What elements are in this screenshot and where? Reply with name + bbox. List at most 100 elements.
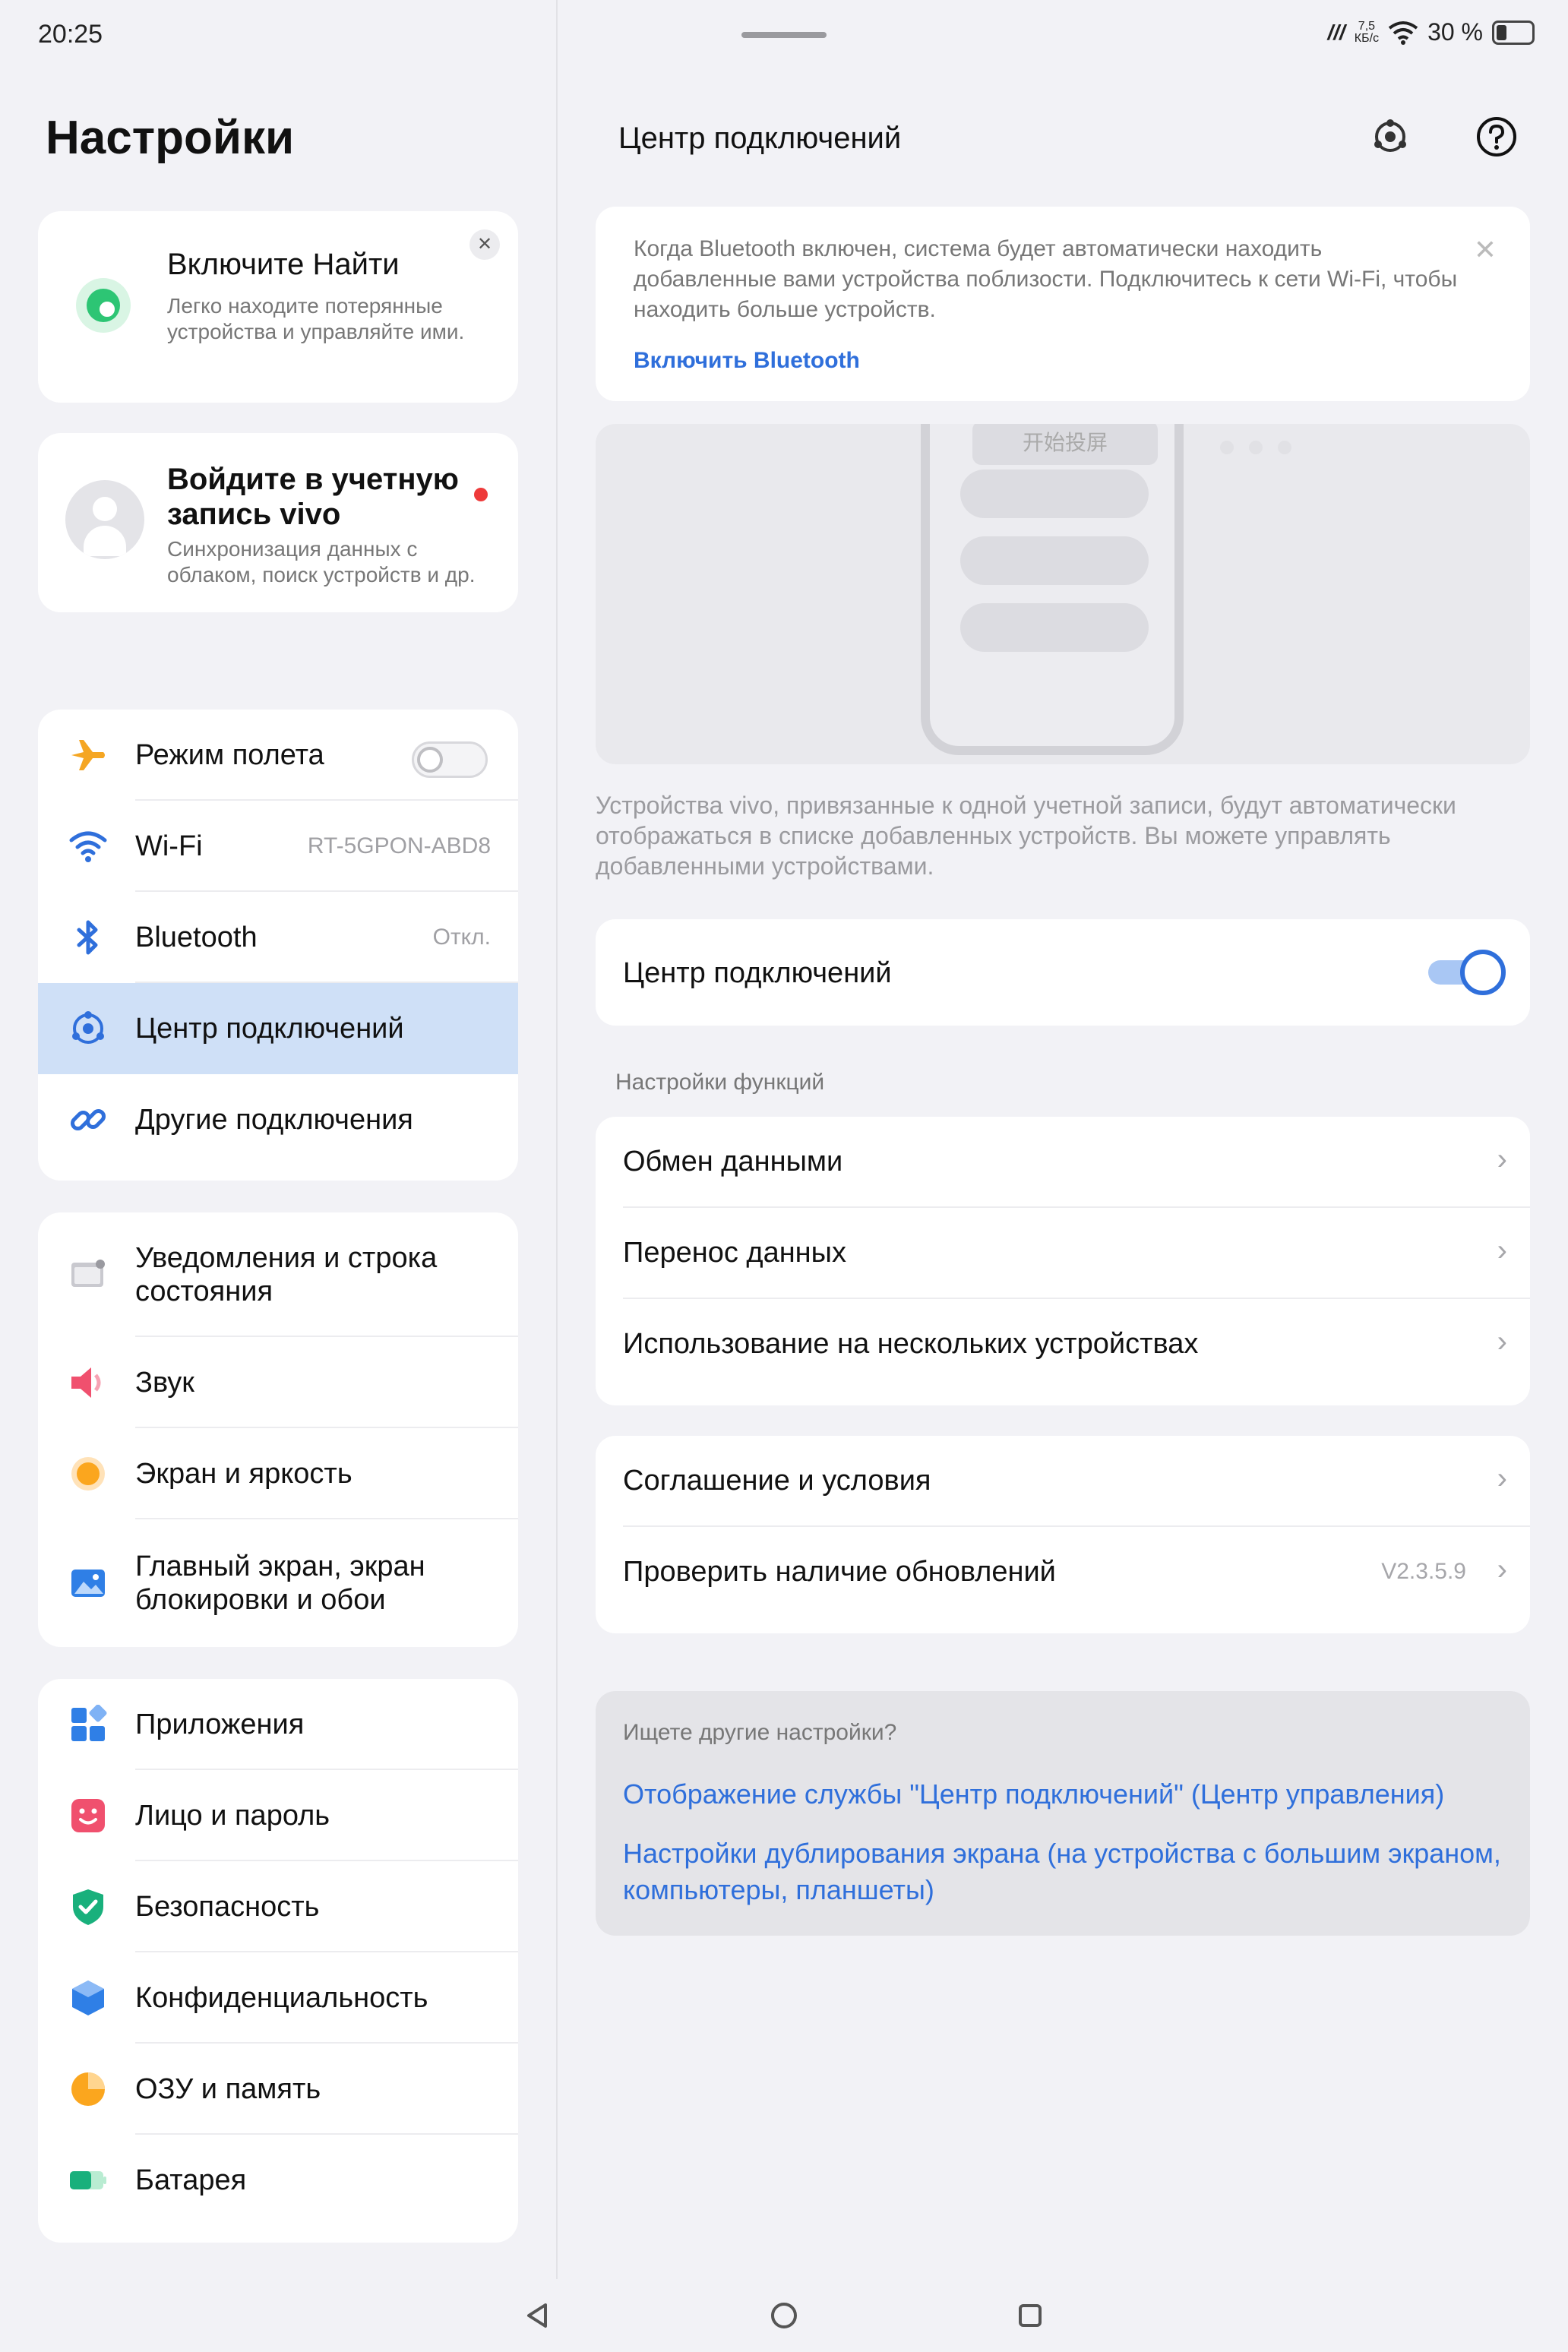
chevron-right-icon: › xyxy=(1497,1234,1507,1267)
toggle-knob xyxy=(1460,950,1506,995)
pane-divider[interactable] xyxy=(556,0,558,2279)
brightness-icon xyxy=(68,1454,108,1494)
sidebar-item-battery[interactable]: Батарея xyxy=(38,2135,518,2226)
airplane-mode-toggle[interactable] xyxy=(412,741,488,778)
airplane-icon xyxy=(68,735,108,775)
connection-center-toggle[interactable] xyxy=(1428,950,1506,995)
find-icon xyxy=(76,278,131,333)
list-item-label: Использование на нескольких устройствах xyxy=(623,1328,1199,1360)
sidebar-item-label: Режим полета xyxy=(135,739,324,771)
sidebar-item-notifications[interactable]: Уведомления и строка состояния xyxy=(38,1212,518,1337)
list-item-multi-device[interactable]: Использование на нескольких устройствах … xyxy=(596,1299,1530,1390)
system-group: Приложения Лицо и пароль Безопасность Ко… xyxy=(38,1679,518,2243)
toggle-label: Центр подключений xyxy=(623,957,892,989)
bluetooth-status: Откл. xyxy=(432,925,491,950)
shield-icon xyxy=(68,1887,108,1927)
find-device-card[interactable]: Включите Найти Легко находите потерянные… xyxy=(38,211,518,403)
sidebar-item-connection-center[interactable]: Центр подключений xyxy=(38,983,518,1074)
sidebar-item-label: Экран и яркость xyxy=(135,1458,352,1490)
sidebar-item-privacy[interactable]: Конфиденциальность xyxy=(38,1952,518,2044)
list-item-data-transfer[interactable]: Перенос данных › xyxy=(596,1208,1530,1299)
avatar xyxy=(65,480,144,559)
home-button[interactable] xyxy=(761,2293,807,2338)
list-item-label: Соглашение и условия xyxy=(623,1465,931,1497)
connection-center-toggle-row[interactable]: Центр подключений xyxy=(596,919,1530,1026)
sidebar-item-other-connections[interactable]: Другие подключения xyxy=(38,1074,518,1165)
speaker-icon xyxy=(68,1363,108,1402)
list-item-data-exchange[interactable]: Обмен данными › xyxy=(596,1117,1530,1208)
close-icon[interactable]: ✕ xyxy=(469,229,500,260)
chevron-right-icon: › xyxy=(1497,1553,1507,1586)
sidebar-item-label: Центр подключений xyxy=(135,1013,404,1045)
enable-bluetooth-link[interactable]: Включить Bluetooth xyxy=(634,348,860,374)
page-title: Настройки xyxy=(46,112,295,164)
status-icons: /// 7,5 КБ/с 30 % xyxy=(1327,18,1535,46)
sidebar-item-label: Bluetooth xyxy=(135,922,258,953)
signal-icon: /// xyxy=(1327,20,1345,44)
sidebar-item-storage[interactable]: ОЗУ и память xyxy=(38,2044,518,2135)
list-item-agreement[interactable]: Соглашение и условия › xyxy=(596,1436,1530,1527)
more-settings-card: Ищете другие настройки? Отображение служ… xyxy=(596,1691,1530,1936)
face-icon xyxy=(68,1796,108,1835)
net-speed-value: 7,5 xyxy=(1358,19,1376,33)
bluetooth-icon xyxy=(68,918,108,957)
sidebar-item-label: Звук xyxy=(135,1367,194,1399)
find-card-title: Включите Найти xyxy=(167,248,400,281)
account-card[interactable]: Войдите в учетную запись vivo Синхрониза… xyxy=(38,433,518,612)
connection-center-icon xyxy=(68,1009,108,1048)
help-icon[interactable] xyxy=(1474,114,1519,160)
detail-title: Центр подключений xyxy=(618,122,902,155)
connection-settings-icon[interactable] xyxy=(1367,114,1413,160)
chevron-right-icon: › xyxy=(1497,1462,1507,1495)
window-handle[interactable] xyxy=(741,32,827,38)
bluetooth-info-card: Когда Bluetooth включен, система будет а… xyxy=(596,207,1530,401)
recents-icon xyxy=(1019,2304,1042,2327)
account-card-title: Войдите в учетную запись vivo xyxy=(167,463,459,531)
sidebar-item-wifi[interactable]: Wi-Fi RT-5GPON-ABD8 xyxy=(38,801,518,892)
device-pill xyxy=(960,469,1149,518)
close-icon[interactable]: ✕ xyxy=(1474,234,1497,266)
list-item-label: Обмен данными xyxy=(623,1146,843,1178)
sidebar-item-wallpaper[interactable]: Главный экран, экран блокировки и обои xyxy=(38,1519,518,1647)
illustration: 开始投屏 xyxy=(596,424,1530,764)
sidebar-item-airplane-mode[interactable]: Режим полета xyxy=(38,710,518,801)
notification-dot xyxy=(474,488,488,501)
description: Устройства vivo, привязанные к одной уче… xyxy=(596,792,1456,880)
list-item-check-updates[interactable]: Проверить наличие обновлений V2.3.5.9 › xyxy=(596,1527,1530,1618)
version-label: V2.3.5.9 xyxy=(1381,1559,1466,1584)
screen-mirroring-link[interactable]: Настройки дублирования экрана (на устрой… xyxy=(623,1835,1504,1908)
sidebar-item-label: ОЗУ и память xyxy=(135,2073,321,2105)
net-speed: 7,5 КБ/с xyxy=(1355,19,1379,45)
battery-status-icon xyxy=(1492,20,1535,45)
connectivity-group: Режим полета Wi-Fi RT-5GPON-ABD8 Bluetoo… xyxy=(38,710,518,1181)
sidebar-item-label: Главный экран, экран блокировки и обои xyxy=(135,1551,425,1616)
battery-fill xyxy=(1497,24,1506,40)
home-icon xyxy=(771,2303,797,2328)
sidebar-item-label: Уведомления и строка состояния xyxy=(135,1242,438,1307)
sidebar-item-face-password[interactable]: Лицо и пароль xyxy=(38,1770,518,1861)
battery-icon xyxy=(68,2161,108,2200)
control-center-link[interactable]: Отображение службы "Центр подключений" (… xyxy=(623,1776,1504,1813)
navigation-bar xyxy=(0,2279,1568,2352)
sidebar-item-apps[interactable]: Приложения xyxy=(38,1679,518,1770)
status-bar: 20:25 /// 7,5 КБ/с 30 % xyxy=(0,0,1568,68)
find-card-subtitle: Легко находите потерянные устройства и у… xyxy=(167,294,465,343)
notification-icon xyxy=(68,1255,108,1295)
sidebar-item-display[interactable]: Экран и яркость xyxy=(38,1428,518,1519)
battery-percent: 30 % xyxy=(1427,18,1483,46)
apps-icon xyxy=(68,1705,108,1744)
back-button[interactable] xyxy=(515,2293,561,2338)
section-label: Настройки функций xyxy=(615,1070,825,1095)
device-pill xyxy=(960,603,1149,652)
info-text: Когда Bluetooth включен, система будет а… xyxy=(634,236,1458,322)
sidebar-item-label: Другие подключения xyxy=(135,1104,413,1136)
status-time: 20:25 xyxy=(38,20,103,49)
sidebar-item-bluetooth[interactable]: Bluetooth Откл. xyxy=(38,892,518,983)
about-list: Соглашение и условия › Проверить наличие… xyxy=(596,1436,1530,1633)
link-icon xyxy=(68,1100,108,1140)
sidebar-item-sound[interactable]: Звук xyxy=(38,1337,518,1428)
list-item-label: Проверить наличие обновлений xyxy=(623,1556,1056,1588)
sidebar-item-label: Безопасность xyxy=(135,1891,320,1923)
sidebar-item-security[interactable]: Безопасность xyxy=(38,1861,518,1952)
recents-button[interactable] xyxy=(1007,2293,1053,2338)
